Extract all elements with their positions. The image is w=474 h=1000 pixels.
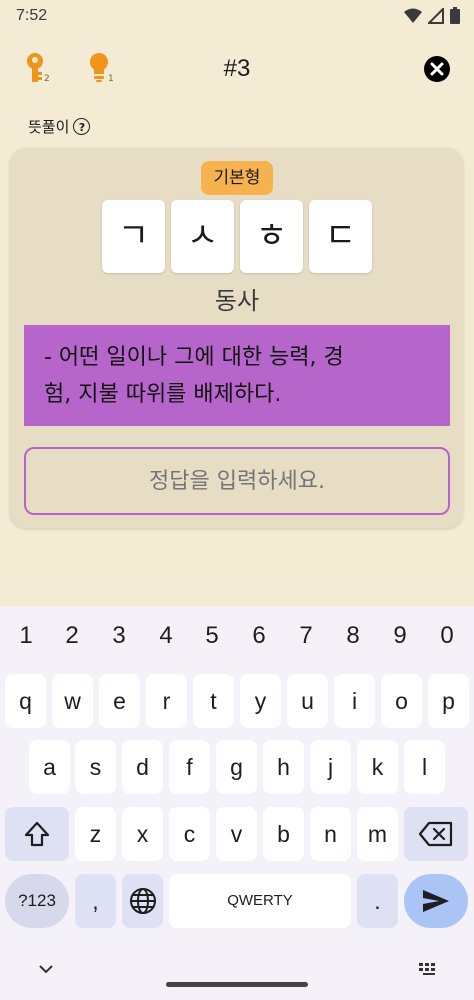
key-b[interactable]: b [263, 807, 304, 861]
status-bar: 7:52 [0, 0, 474, 32]
key-w[interactable]: w [52, 674, 93, 728]
section-label: 뜻풀이 ? [28, 116, 91, 137]
definition-line: 험, 지불 따위를 배제하다. [44, 382, 282, 407]
shift-key[interactable] [5, 807, 69, 861]
puzzle-number: #3 [223, 55, 251, 82]
key-t[interactable]: t [193, 674, 234, 728]
key-s[interactable]: s [75, 740, 116, 794]
key-8[interactable]: 8 [333, 622, 373, 650]
key-n[interactable]: n [310, 807, 351, 861]
key-g[interactable]: g [216, 740, 257, 794]
key-i[interactable]: i [334, 674, 375, 728]
base-form-tag: 기본형 [201, 161, 273, 195]
letter-tile: ㅅ [171, 200, 234, 273]
key-p[interactable]: p [428, 674, 469, 728]
definition-box: - 어떤 일이나 그에 대한 능력, 경 험, 지불 따위를 배제하다. [24, 325, 450, 426]
wifi-icon [404, 8, 422, 23]
key-x[interactable]: x [122, 807, 163, 861]
chevron-down-icon[interactable] [38, 964, 54, 974]
key-y[interactable]: y [240, 674, 281, 728]
key-q[interactable]: q [5, 674, 46, 728]
space-key[interactable]: QWERTY [169, 874, 351, 928]
key-u[interactable]: u [287, 674, 328, 728]
key-k[interactable]: k [357, 740, 398, 794]
key-5[interactable]: 5 [192, 622, 232, 650]
section-title: 뜻풀이 [28, 118, 70, 136]
signal-icon [428, 7, 444, 24]
key-o[interactable]: o [381, 674, 422, 728]
close-button[interactable] [424, 56, 450, 82]
key-l[interactable]: l [404, 740, 445, 794]
top-bar: 2 1 #3 [0, 44, 474, 94]
key-a[interactable]: a [29, 740, 70, 794]
send-icon [423, 890, 449, 912]
key-0[interactable]: 0 [427, 622, 467, 650]
battery-icon [450, 7, 460, 24]
key-e[interactable]: e [99, 674, 140, 728]
keyboard-icon[interactable] [418, 962, 440, 976]
letter-tile: ㄱ [102, 200, 165, 273]
status-time: 7:52 [16, 7, 48, 24]
key-c[interactable]: c [169, 807, 210, 861]
keyboard: 1 2 3 4 5 6 7 8 9 0 q w e r t y u i o p … [0, 606, 474, 1000]
period-key[interactable]: . [357, 874, 398, 928]
language-key[interactable] [122, 874, 163, 928]
definition-line: - 어떤 일이나 그에 대한 능력, 경 [44, 345, 344, 370]
key-1[interactable]: 1 [6, 622, 46, 650]
help-icon[interactable]: ? [73, 118, 91, 135]
key-j[interactable]: j [310, 740, 351, 794]
key-z[interactable]: z [75, 807, 116, 861]
symbols-key[interactable]: ?123 [5, 874, 69, 928]
key-7[interactable]: 7 [286, 622, 326, 650]
comma-key[interactable]: , [75, 874, 116, 928]
backspace-key[interactable] [404, 807, 468, 861]
shift-icon [24, 821, 50, 847]
status-icons [404, 7, 460, 24]
key-d[interactable]: d [122, 740, 163, 794]
answer-input[interactable] [24, 447, 450, 515]
key-v[interactable]: v [216, 807, 257, 861]
close-icon [430, 62, 444, 76]
key-2[interactable]: 2 [52, 622, 92, 650]
backspace-icon [418, 821, 453, 847]
letter-tile: ㄷ [309, 200, 372, 273]
key-6[interactable]: 6 [239, 622, 279, 650]
key-f[interactable]: f [169, 740, 210, 794]
navigation-bar [0, 950, 474, 1000]
key-3[interactable]: 3 [99, 622, 139, 650]
send-key[interactable] [404, 874, 468, 928]
key-r[interactable]: r [146, 674, 187, 728]
part-of-speech: 동사 [214, 287, 260, 315]
key-9[interactable]: 9 [380, 622, 420, 650]
key-h[interactable]: h [263, 740, 304, 794]
globe-icon [129, 888, 156, 914]
key-m[interactable]: m [357, 807, 398, 861]
home-indicator[interactable] [166, 982, 308, 987]
key-4[interactable]: 4 [146, 622, 186, 650]
letter-tiles: ㄱ ㅅ ㅎ ㄷ [102, 200, 372, 273]
letter-tile: ㅎ [240, 200, 303, 273]
